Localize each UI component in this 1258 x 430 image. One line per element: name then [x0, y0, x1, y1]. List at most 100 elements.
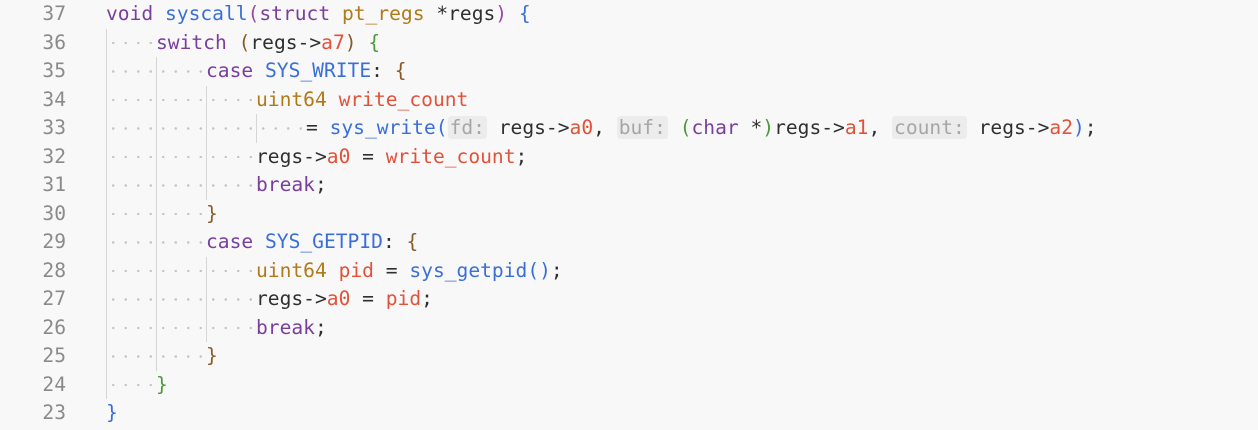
indent-guide — [156, 171, 206, 200]
code-token: switch — [156, 30, 227, 54]
inlay-hint: count: — [892, 116, 967, 139]
code-line[interactable]: 29 case SYS_GETPID: { — [0, 228, 1258, 257]
code-token: { — [406, 230, 419, 253]
code-token: ; — [314, 173, 327, 196]
indent-guide — [106, 342, 156, 371]
code-text[interactable]: void syscall(struct pt_regs *regs) { — [106, 0, 531, 29]
code-text[interactable]: case SYS_WRITE: { — [106, 57, 407, 86]
code-text[interactable]: } — [106, 370, 168, 399]
code-line[interactable]: 27 regs->a0 = pid; — [0, 285, 1258, 314]
indent-guide — [156, 114, 206, 143]
code-editor[interactable]: 37 void syscall(struct pt_regs *regs) {36… — [0, 0, 1258, 430]
code-line[interactable]: 30} — [0, 199, 1258, 228]
code-token: { — [518, 2, 531, 25]
line-number: 32 — [42, 144, 66, 168]
code-token: a1 — [844, 116, 869, 139]
indent-guide — [106, 199, 156, 228]
code-token: ) — [1073, 116, 1085, 139]
indent-guide — [156, 256, 206, 285]
indent-guide — [206, 142, 256, 171]
code-token: ( — [435, 116, 448, 139]
code-token: = — [350, 144, 386, 168]
code-token: pid — [385, 287, 422, 310]
indent-guide — [156, 57, 206, 86]
code-token: char — [691, 116, 739, 139]
line-number: 34 — [42, 87, 66, 111]
code-line[interactable]: 31 break; — [0, 171, 1258, 200]
code-line[interactable]: 32 regs->a0 = write_count; — [0, 142, 1258, 171]
code-line[interactable]: 33 = sys_write(fd: regs->a0, buf: (char *… — [0, 114, 1258, 143]
code-token: ; — [1084, 116, 1097, 139]
code-token: { — [394, 59, 407, 82]
code-token: ; — [314, 315, 327, 339]
code-text[interactable]: switch (regs->a7) { — [106, 28, 381, 57]
code-line[interactable]: 24} — [0, 370, 1258, 399]
code-line[interactable]: 34 uint64 write_count — [0, 85, 1258, 114]
code-line[interactable]: 28 uint64 pid = sys_getpid(); — [0, 256, 1258, 285]
code-token: regs — [448, 2, 496, 25]
code-line[interactable]: 36 switch (regs->a7) { — [0, 28, 1258, 57]
code-line[interactable]: 23} — [0, 399, 1258, 428]
line-number: 24 — [42, 372, 66, 396]
line-number: 36 — [42, 30, 66, 54]
code-token: uint64 — [256, 87, 327, 111]
indent-guide — [206, 114, 256, 143]
code-token: a0 — [569, 116, 594, 139]
code-text[interactable]: uint64 write_count — [106, 85, 469, 114]
indent-guide — [106, 285, 156, 314]
indent-guide — [156, 313, 206, 342]
line-number: 25 — [42, 344, 66, 367]
code-token: break — [256, 173, 315, 196]
code-token: pt_regs — [341, 2, 425, 25]
indent-guide — [156, 85, 206, 114]
code-token: ( — [679, 116, 692, 139]
code-token: pid — [338, 258, 374, 282]
code-text[interactable]: break; — [106, 171, 327, 200]
indent-guide — [156, 199, 206, 228]
code-text[interactable]: uint64 pid = sys_getpid(); — [106, 256, 563, 285]
line-number: 30 — [42, 201, 66, 225]
line-number: 26 — [42, 315, 66, 339]
code-text[interactable]: regs->a0 = pid; — [106, 285, 433, 314]
code-token: regs-> — [486, 116, 570, 139]
indent-guide — [156, 142, 206, 171]
code-text[interactable]: case SYS_GETPID: { — [106, 228, 418, 257]
code-token: write_count — [385, 144, 516, 168]
code-token: regs-> — [250, 30, 322, 54]
line-number: 29 — [42, 230, 66, 253]
code-token: case — [206, 59, 254, 82]
code-text[interactable]: } — [106, 199, 218, 228]
code-token: ) — [762, 116, 775, 139]
line-number: 37 — [42, 2, 66, 25]
code-line[interactable]: 35 case SYS_WRITE: { — [0, 57, 1258, 86]
code-text[interactable]: } — [106, 399, 118, 428]
code-line[interactable]: 26 break; — [0, 313, 1258, 342]
indent-guide — [206, 171, 256, 200]
code-token: void — [106, 2, 154, 25]
indent-guide — [106, 171, 156, 200]
code-token: ; — [515, 144, 528, 168]
code-text[interactable]: = sys_write(fd: regs->a0, buf: (char *)r… — [106, 114, 1097, 143]
indent-guide — [106, 142, 156, 171]
code-line[interactable]: 37 void syscall(struct pt_regs *regs) { — [0, 0, 1258, 29]
code-line[interactable]: 25} — [0, 342, 1258, 371]
indent-guide — [156, 285, 206, 314]
code-token: write_count — [338, 87, 469, 111]
indent-guide — [106, 85, 156, 114]
indent-guide — [206, 313, 256, 342]
code-text[interactable]: regs->a0 = write_count; — [106, 142, 528, 171]
code-token: = — [373, 258, 410, 282]
code-token: ) — [495, 2, 508, 25]
code-text[interactable]: } — [106, 342, 218, 371]
code-token: uint64 — [256, 258, 327, 282]
code-token: { — [368, 30, 381, 54]
code-token: regs-> — [256, 144, 327, 168]
indent-guide — [106, 57, 156, 86]
line-number: 28 — [42, 258, 66, 282]
code-token: , — [593, 116, 617, 139]
indent-guide — [106, 256, 156, 285]
code-text[interactable]: break; — [106, 313, 327, 342]
